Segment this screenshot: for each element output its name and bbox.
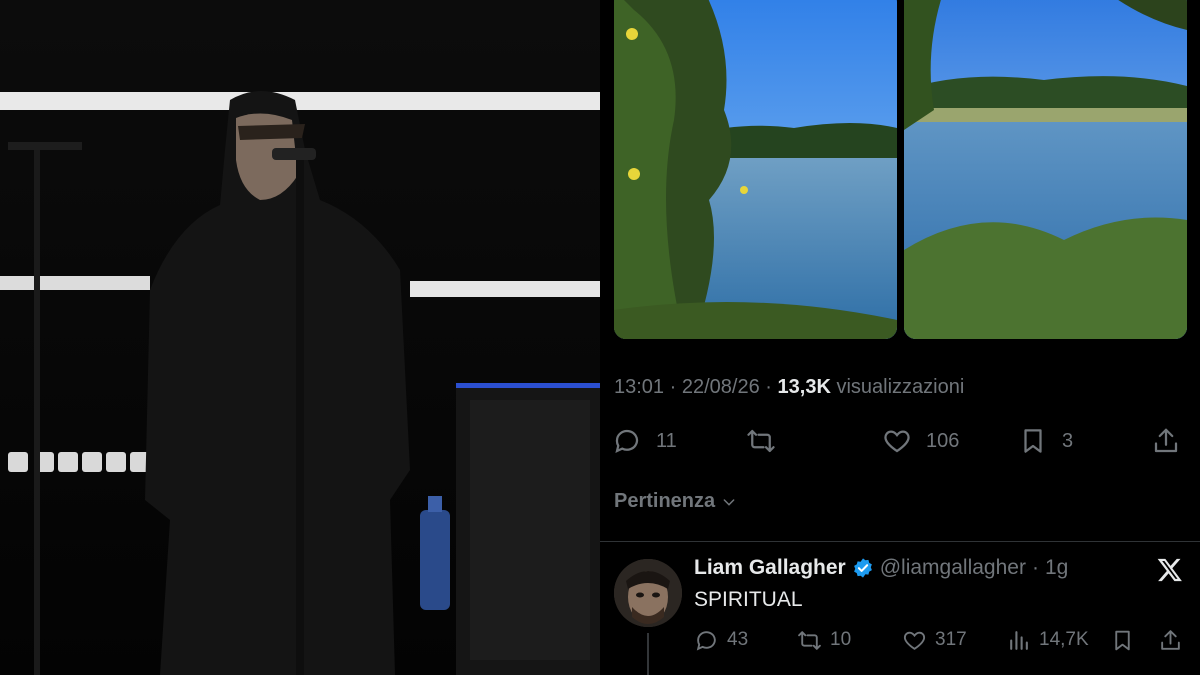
bookmark-icon (1024, 429, 1042, 453)
tweet-action-bar: 11 106 3 (600, 424, 1200, 458)
views-label: visualizzazioni (836, 376, 965, 398)
x-logo-icon (1157, 558, 1182, 582)
repost-button[interactable] (746, 424, 776, 458)
heart-icon (884, 430, 910, 453)
speech-bubble-icon (615, 429, 639, 453)
heart-icon (903, 631, 926, 650)
reply-repost-button[interactable]: 10 (797, 625, 851, 655)
reply-views-count: 14,7K (1039, 629, 1089, 650)
reply-header: Liam Gallagher @liamgallagher · 1g (694, 556, 1069, 580)
concert-photo (0, 0, 600, 675)
bookmark-count: 3 (1062, 429, 1074, 452)
views-count: 13,3K (777, 376, 831, 398)
sort-label: Pertinenza (614, 490, 716, 512)
repost-arrows-icon (747, 429, 775, 453)
tweet-meta: 13:01 · 22/08/26 · 13,3K visualizzazioni (614, 376, 965, 398)
tweet-time: 13:01 (614, 376, 665, 398)
verified-badge-icon (853, 558, 872, 578)
reply-text: SPIRITUAL (694, 588, 803, 611)
bookmark-button[interactable]: 3 (1018, 424, 1073, 458)
reply-author-name[interactable]: Liam Gallagher (694, 556, 846, 580)
reply-action-bar: 43 10 317 14,7K (600, 625, 1200, 655)
section-divider (600, 541, 1200, 542)
reply-views-button[interactable]: 14,7K (1006, 625, 1089, 655)
reply-bookmark-button[interactable] (1110, 625, 1135, 655)
share-upload-icon (1161, 629, 1180, 650)
sort-replies-dropdown[interactable]: Pertinenza (614, 490, 737, 513)
tweet-detail-panel: 13:01 · 22/08/26 · 13,3K visualizzazioni… (600, 0, 1200, 675)
reply-share-button[interactable] (1158, 625, 1183, 655)
tweet-image-lake-2[interactable] (904, 0, 1187, 339)
reply-age[interactable]: 1g (1045, 556, 1068, 580)
chevron-down-icon (723, 498, 735, 506)
like-button[interactable]: 106 (882, 424, 959, 458)
bookmark-icon (1115, 630, 1130, 650)
repost-arrows-icon (798, 630, 821, 650)
reply-count: 11 (656, 429, 677, 452)
reply-button[interactable]: 11 (612, 424, 677, 458)
reply-like-count: 317 (935, 629, 967, 650)
reply-reply-count: 43 (727, 629, 749, 650)
share-upload-icon (1154, 428, 1178, 453)
reply-reply-button[interactable]: 43 (694, 625, 748, 655)
reply-repost-count: 10 (830, 629, 852, 650)
like-count: 106 (926, 429, 960, 452)
avatar[interactable] (614, 559, 682, 627)
bar-chart-icon (1010, 630, 1028, 650)
tweet-date[interactable]: 22/08/26 (682, 376, 760, 398)
tweet-image-lake-1[interactable] (614, 0, 897, 339)
reply-author-handle[interactable]: @liamgallagher (880, 556, 1026, 580)
reply-like-button[interactable]: 317 (902, 625, 967, 655)
speech-bubble-icon (696, 630, 716, 650)
share-button[interactable] (1151, 424, 1181, 458)
